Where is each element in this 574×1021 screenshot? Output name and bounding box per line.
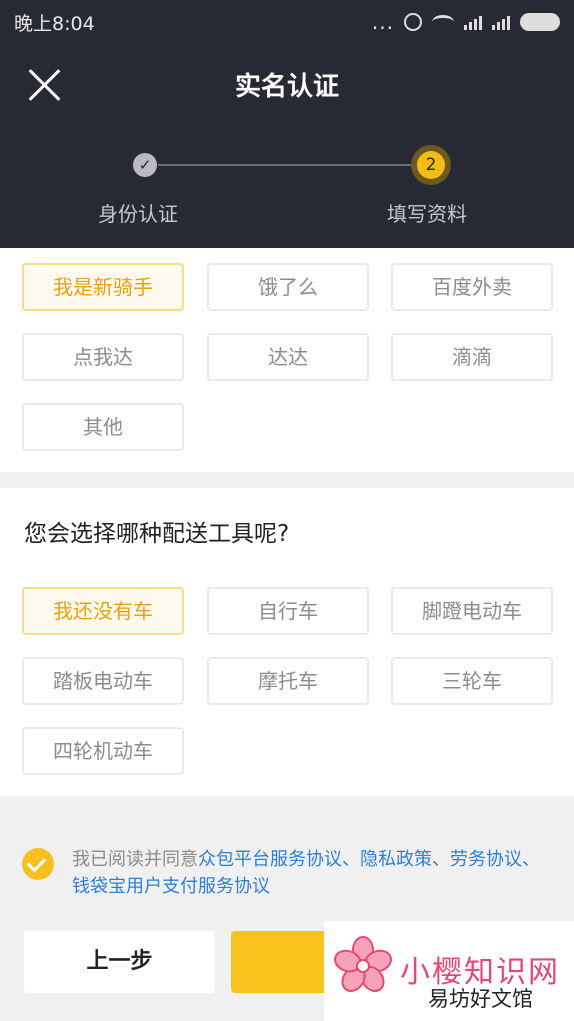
step-current-indicator: 2 [411, 145, 451, 185]
platform-option-dada[interactable]: 达达 [207, 333, 369, 381]
vehicle-option-motorcycle[interactable]: 摩托车 [207, 657, 369, 705]
platform-option-eleme[interactable]: 饿了么 [207, 263, 369, 311]
vehicle-section: 您会选择哪种配送工具呢? 我还没有车 自行车 脚蹬电动车 踏板电动车 摩托车 三… [0, 488, 574, 796]
vehicle-option-car[interactable]: 四轮机动车 [22, 727, 184, 775]
signal-icon [464, 14, 482, 30]
agreement-separator: 、 [342, 849, 360, 870]
wifi-icon [432, 15, 454, 29]
sakura-logo-icon [334, 936, 392, 992]
step-connector [158, 164, 413, 166]
link-labor-agreement[interactable]: 劳务协议 [450, 849, 522, 870]
battery-icon [520, 13, 560, 31]
step-label-info: 填写资料 [387, 202, 467, 226]
vehicle-option-none[interactable]: 我还没有车 [22, 587, 184, 635]
platform-section: 我是新骑手 饿了么 百度外卖 点我达 达达 滴滴 其他 [0, 248, 574, 472]
watermark: 小樱知识网 易坊好文馆 [324, 921, 574, 1021]
agree-checkbox-check-icon[interactable] [22, 848, 54, 880]
platform-option-didi[interactable]: 滴滴 [391, 333, 553, 381]
alarm-icon [404, 13, 422, 31]
page-title: 实名认证 [234, 72, 339, 102]
step-label-identity: 身份认证 [98, 202, 178, 226]
agreement-text: 我已阅读并同意众包平台服务协议、隐私政策、劳务协议、钱袋宝用户支付服务协议 [72, 846, 552, 900]
platform-option-dianwoda[interactable]: 点我达 [22, 333, 184, 381]
agreement-row: 我已阅读并同意众包平台服务协议、隐私政策、劳务协议、钱袋宝用户支付服务协议 [22, 846, 552, 900]
agreement-separator: 、 [522, 849, 540, 870]
vehicle-option-tricycle[interactable]: 三轮车 [391, 657, 553, 705]
vehicle-option-bicycle[interactable]: 自行车 [207, 587, 369, 635]
platform-option-baidu[interactable]: 百度外卖 [391, 263, 553, 311]
link-privacy-policy[interactable]: 隐私政策 [360, 849, 432, 870]
watermark-subtitle: 易坊好文馆 [428, 987, 533, 1011]
step-done-check-icon: ✓ [133, 153, 157, 177]
step-current-number: 2 [417, 151, 445, 179]
vehicle-question: 您会选择哪种配送工具呢? [24, 521, 290, 547]
platform-option-other[interactable]: 其他 [22, 403, 184, 451]
link-crowdsource-agreement[interactable]: 众包平台服务协议 [198, 849, 342, 870]
status-time: 晚上8:04 [14, 12, 95, 35]
link-payment-agreement[interactable]: 钱袋宝用户支付服务协议 [72, 876, 270, 897]
status-bar: 晚上8:04 ... [0, 0, 574, 44]
status-icons: ... [372, 10, 560, 34]
agreement-prefix: 我已阅读并同意 [72, 849, 198, 870]
platform-option-new-rider[interactable]: 我是新骑手 [22, 263, 184, 311]
vehicle-option-pedal-ebike[interactable]: 脚蹬电动车 [391, 587, 553, 635]
vehicle-option-scooter[interactable]: 踏板电动车 [22, 657, 184, 705]
more-dots-icon: ... [371, 10, 394, 34]
prev-step-button[interactable]: 上一步 [24, 931, 215, 993]
agreement-separator: 、 [432, 849, 450, 870]
signal-icon-2 [492, 14, 510, 30]
app-header: 晚上8:04 ... 实名认证 ✓ 2 身份认证 填写资料 [0, 0, 574, 248]
